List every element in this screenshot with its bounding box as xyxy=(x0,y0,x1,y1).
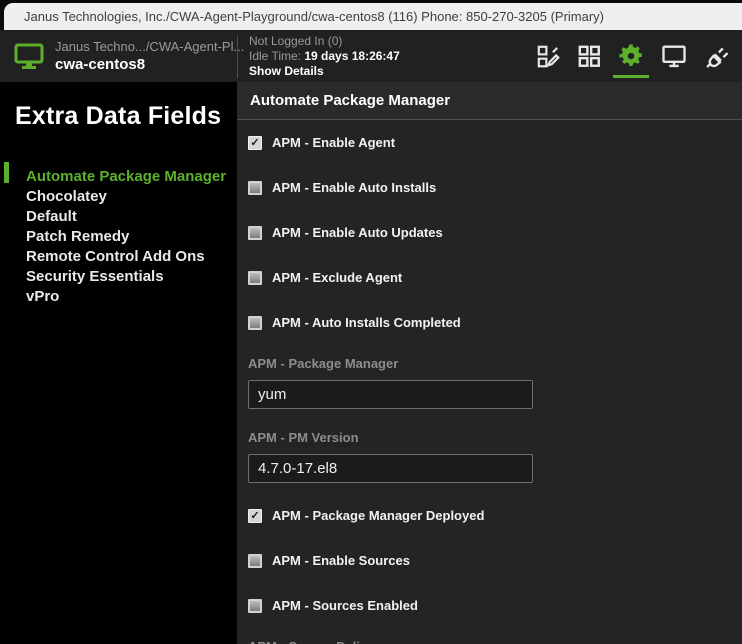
apm-enable-auto-installs-checkbox[interactable] xyxy=(248,181,262,195)
sidebar-item-default[interactable]: Default xyxy=(0,207,237,227)
field-row-apm-auto-installs-completed: APM - Auto Installs Completed xyxy=(237,300,742,345)
computer-monitor-icon xyxy=(13,41,45,76)
host-info: Janus Techno.../CWA-Agent-Pl... cwa-cent… xyxy=(55,38,244,74)
checkbox-label: APM - Package Manager Deployed xyxy=(272,508,484,523)
section-header: Automate Package Manager xyxy=(237,82,742,120)
checkbox-label: APM - Enable Agent xyxy=(272,135,395,150)
field-group-apm-pm-version: APM - PM Version xyxy=(237,419,742,493)
section-title: Automate Package Manager xyxy=(250,92,450,109)
plug-icon[interactable] xyxy=(702,30,732,82)
show-details-link[interactable]: Show Details xyxy=(249,64,400,79)
grid-icon[interactable] xyxy=(575,30,603,82)
checkbox-label: APM - Sources Enabled xyxy=(272,598,418,613)
selected-item-indicator xyxy=(4,162,9,183)
sidebar-item-security-essentials[interactable]: Security Essentials xyxy=(0,267,237,287)
window-title: Janus Technologies, Inc./CWA-Agent-Playg… xyxy=(4,9,604,24)
sidebar-list: Automate Package ManagerChocolateyDefaul… xyxy=(0,167,237,307)
checkbox-label: APM - Exclude Agent xyxy=(272,270,402,285)
main-panel: Automate Package Manager ✓ APM - Enable A… xyxy=(237,82,742,644)
breadcrumb: Janus Techno.../CWA-Agent-Pl... xyxy=(55,38,244,56)
field-row-apm-exclude-agent: APM - Exclude Agent xyxy=(237,255,742,300)
checkbox-label: APM - Enable Auto Updates xyxy=(272,225,443,240)
apm-auto-installs-completed-checkbox[interactable] xyxy=(248,316,262,330)
checkbox-label: APM - Enable Auto Installs xyxy=(272,180,436,195)
apm-exclude-agent-checkbox[interactable] xyxy=(248,271,262,285)
sidebar-item-vpro[interactable]: vPro xyxy=(0,287,237,307)
sidebar-item-patch-remedy[interactable]: Patch Remedy xyxy=(0,227,237,247)
field-label: APM - Source Policy xyxy=(248,639,742,644)
apm-enable-agent-checkbox[interactable]: ✓ xyxy=(248,136,262,150)
header-divider xyxy=(237,36,238,78)
checkbox-label: APM - Auto Installs Completed xyxy=(272,315,461,330)
sidebar-title: Extra Data Fields xyxy=(0,82,237,131)
gear-icon[interactable] xyxy=(616,30,646,82)
idle-time-label: Idle Time: xyxy=(249,49,301,63)
field-row-apm-sources-enabled: APM - Sources Enabled xyxy=(237,583,742,628)
app-window: Janus Technologies, Inc./CWA-Agent-Playg… xyxy=(0,0,742,644)
field-row-apm-package-manager-deployed: ✓ APM - Package Manager Deployed xyxy=(237,493,742,538)
title-bar-tab: Janus Technologies, Inc./CWA-Agent-Playg… xyxy=(4,3,742,30)
idle-time: Idle Time: 19 days 18:26:47 xyxy=(249,49,400,64)
header-toolbar xyxy=(534,30,732,82)
sidebar: Extra Data Fields Automate Package Manag… xyxy=(0,82,237,644)
login-status: Not Logged In (0) xyxy=(249,34,400,49)
sidebar-item-remote-control-add-ons[interactable]: Remote Control Add Ons xyxy=(0,247,237,267)
edit-data-icon[interactable] xyxy=(534,30,562,82)
sidebar-item-chocolatey[interactable]: Chocolatey xyxy=(0,187,237,207)
apm-pm-version-input[interactable] xyxy=(248,454,533,483)
apm-package-manager-deployed-checkbox[interactable]: ✓ xyxy=(248,509,262,523)
field-row-apm-enable-sources: APM - Enable Sources xyxy=(237,538,742,583)
field-row-apm-enable-agent: ✓ APM - Enable Agent xyxy=(237,120,742,165)
field-label: APM - Package Manager xyxy=(248,356,742,371)
field-row-apm-enable-auto-installs: APM - Enable Auto Installs xyxy=(237,165,742,210)
idle-time-value: 19 days 18:26:47 xyxy=(304,49,399,63)
computer-name: cwa-centos8 xyxy=(55,56,244,74)
apm-enable-sources-checkbox[interactable] xyxy=(248,554,262,568)
apm-package-manager-input[interactable] xyxy=(248,380,533,409)
checkbox-label: APM - Enable Sources xyxy=(272,553,410,568)
field-group-apm-source-policy: APM - Source Policy xyxy=(237,628,742,644)
field-row-apm-enable-auto-updates: APM - Enable Auto Updates xyxy=(237,210,742,255)
apm-sources-enabled-checkbox[interactable] xyxy=(248,599,262,613)
title-bar: Janus Technologies, Inc./CWA-Agent-Playg… xyxy=(0,0,742,30)
fields: ✓ APM - Enable Agent APM - Enable Auto Ins… xyxy=(237,120,742,644)
agent-header: Janus Techno.../CWA-Agent-Pl... cwa-cent… xyxy=(0,30,742,82)
apm-enable-auto-updates-checkbox[interactable] xyxy=(248,226,262,240)
status-block: Not Logged In (0) Idle Time: 19 days 18:… xyxy=(249,34,400,79)
sidebar-item-automate-package-manager[interactable]: Automate Package Manager xyxy=(0,167,237,187)
field-group-apm-package-manager: APM - Package Manager xyxy=(237,345,742,419)
field-label: APM - PM Version xyxy=(248,430,742,445)
monitor-icon[interactable] xyxy=(659,30,689,82)
